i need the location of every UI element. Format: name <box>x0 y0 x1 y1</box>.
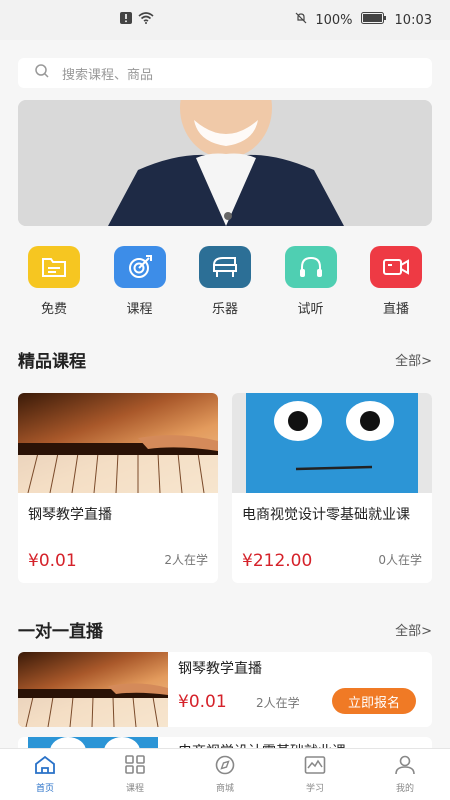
mute-icon <box>295 12 307 28</box>
course-student-count: 2人在学 <box>164 553 208 567</box>
grid-icon <box>124 755 146 778</box>
headphones-icon <box>284 246 337 288</box>
course-thumbnail-piano <box>18 393 218 493</box>
category-label: 免费 <box>40 302 67 317</box>
featured-section-title: 精品课程 <box>18 352 86 372</box>
search-placeholder: 搜索课程、商品 <box>62 67 154 83</box>
bottom-tab-bar: 首页 课程 商城 学习 我的 <box>0 748 450 800</box>
alert-icon <box>120 12 132 28</box>
category-instruments[interactable]: 乐器 <box>197 246 253 317</box>
category-label: 直播 <box>382 302 409 317</box>
tab-label: 课程 <box>125 784 144 794</box>
tab-home[interactable]: 首页 <box>0 749 90 800</box>
live-section-title: 一对一直播 <box>18 622 103 642</box>
tab-mall[interactable]: 商城 <box>180 749 270 800</box>
piano-icon <box>199 246 251 288</box>
category-label: 课程 <box>126 302 153 317</box>
course-thumbnail-cartoon <box>232 393 432 493</box>
category-audition[interactable]: 试听 <box>283 246 339 317</box>
home-icon <box>34 755 56 778</box>
category-label: 试听 <box>297 302 324 317</box>
tab-label: 首页 <box>35 784 54 794</box>
wifi-icon <box>138 12 154 28</box>
course-card[interactable]: 钢琴教学直播 ¥0.01 2人在学 <box>18 393 218 583</box>
category-label: 乐器 <box>211 302 238 317</box>
enroll-button[interactable]: 立即报名 <box>332 688 416 714</box>
tab-courses[interactable]: 课程 <box>90 749 180 800</box>
chart-icon <box>304 755 326 778</box>
category-live[interactable]: 直播 <box>368 246 424 317</box>
battery-percent: 100% <box>315 12 353 28</box>
live-course-title: 钢琴教学直播 <box>178 661 262 677</box>
status-bar: 100% 10:03 <box>0 0 450 40</box>
video-camera-icon <box>370 246 422 288</box>
tab-label: 商城 <box>215 784 234 794</box>
live-course-student-count: 2人在学 <box>256 696 300 710</box>
course-student-count: 0人在学 <box>378 553 422 567</box>
tab-profile[interactable]: 我的 <box>360 749 450 800</box>
battery-icon <box>360 12 387 28</box>
compass-icon <box>214 755 236 778</box>
course-title: 钢琴教学直播 <box>28 507 112 523</box>
live-course-price: ¥0.01 <box>178 692 227 712</box>
live-view-all-link[interactable]: 全部> <box>395 620 432 639</box>
category-courses[interactable]: 课程 <box>112 246 168 317</box>
search-bar[interactable]: 搜索课程、商品 <box>18 58 432 88</box>
course-title: 电商视觉设计零基础就业课 <box>242 507 410 523</box>
banner-person-image <box>18 100 432 226</box>
promo-banner[interactable] <box>18 100 432 226</box>
category-row: 免费 课程 乐器 试听 直播 <box>18 246 432 317</box>
tab-study[interactable]: 学习 <box>270 749 360 800</box>
folder-icon <box>28 246 80 288</box>
tab-label: 我的 <box>395 784 414 794</box>
course-card[interactable]: 电商视觉设计零基础就业课 ¥212.00 0人在学 <box>232 393 432 583</box>
live-thumbnail-piano <box>18 652 168 727</box>
category-free[interactable]: 免费 <box>26 246 82 317</box>
carousel-indicator <box>224 212 232 220</box>
live-course-row[interactable]: 钢琴教学直播 ¥0.01 2人在学 立即报名 <box>18 652 432 727</box>
status-right: 100% 10:03 <box>295 12 432 28</box>
search-icon <box>34 63 50 83</box>
tab-label: 学习 <box>305 784 324 794</box>
featured-view-all-link[interactable]: 全部> <box>395 350 432 369</box>
target-icon <box>113 246 166 288</box>
user-icon <box>394 755 416 778</box>
course-price: ¥212.00 <box>242 551 313 571</box>
status-left <box>120 12 154 28</box>
course-price: ¥0.01 <box>28 551 77 571</box>
clock: 10:03 <box>394 12 432 28</box>
